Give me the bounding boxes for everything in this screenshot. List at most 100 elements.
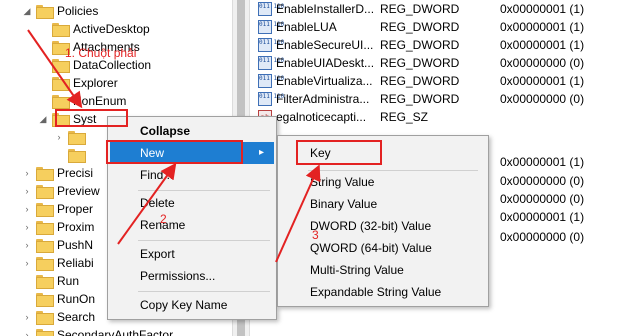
folder-icon — [36, 293, 54, 307]
annotation-step-1: 1. Chuột phải — [65, 46, 137, 60]
folder-icon — [36, 239, 54, 253]
menu-item-find[interactable]: Find... — [110, 164, 274, 186]
menu-item-label: Expandable String Value — [310, 285, 442, 299]
folder-icon — [36, 275, 54, 289]
value-row[interactable]: abegalnoticecapti...REG_SZ — [250, 108, 643, 126]
folder-icon — [68, 131, 86, 145]
menu-item-label: Delete — [140, 196, 175, 210]
value-data: 0x00000000 (0) — [500, 92, 585, 106]
menu-item-label: Binary Value — [310, 197, 378, 211]
chevron-right-icon[interactable]: › — [22, 222, 32, 232]
menu-item-delete[interactable]: Delete — [110, 192, 274, 214]
menu-item-copy-key-name[interactable]: Copy Key Name — [110, 294, 274, 316]
tree-node-label: Proper — [57, 202, 94, 216]
tree-node[interactable]: › SecondaryAuthFactor — [0, 326, 232, 336]
value-row[interactable]: 011 110 EnableInstallerD... REG_DWORD 0x000… — [250, 0, 643, 18]
value-data: 0x00000001 (1) — [500, 2, 585, 16]
value-name: EnableInstallerD... — [276, 2, 375, 16]
tree-node-label: Search — [57, 310, 96, 324]
menu-item-permissions[interactable]: Permissions... — [110, 265, 274, 287]
tree-node[interactable]: Explorer — [0, 74, 232, 92]
chevron-right-icon[interactable]: › — [22, 204, 32, 214]
chevron-down-icon[interactable]: ◢ — [22, 6, 32, 16]
submenu-item-dword-value[interactable]: DWORD (32-bit) Value — [280, 215, 486, 237]
tree-node[interactable]: ◢ Policies — [0, 2, 232, 20]
value-row[interactable]: 011 110 EnableVirtualiza... REG_DWORD 0x000… — [250, 72, 643, 90]
submenu-item-multi-string-value[interactable]: Multi-String Value — [280, 259, 486, 281]
annotation-box-key — [296, 140, 382, 165]
value-name: egalnoticecapti... — [276, 110, 367, 124]
tree-node-label: Explorer — [73, 76, 118, 90]
tree-node-label: Precisi — [57, 166, 94, 180]
folder-icon — [36, 311, 54, 325]
value-type: REG_DWORD — [380, 38, 460, 52]
chevron-right-icon[interactable]: › — [22, 240, 32, 250]
chevron-right-icon[interactable]: › — [22, 312, 32, 322]
chevron-right-icon[interactable]: › — [22, 186, 32, 196]
dword-value-icon: 011 110 — [258, 20, 284, 34]
tree-node[interactable]: NonEnum — [0, 92, 232, 110]
tree-node-label: ActiveDesktop — [73, 22, 150, 36]
dword-value-icon: 011 110 — [258, 92, 284, 106]
folder-icon — [36, 221, 54, 235]
menu-separator — [138, 240, 270, 241]
menu-item-label: Multi-String Value — [310, 263, 404, 277]
menu-item-rename[interactable]: Rename — [110, 214, 274, 236]
submenu-item-string-value[interactable]: String Value — [280, 171, 486, 193]
value-type: REG_DWORD — [380, 20, 460, 34]
chevron-right-icon[interactable]: › — [22, 258, 32, 268]
folder-icon — [52, 59, 70, 73]
dword-value-icon: 011 110 — [258, 2, 284, 16]
submenu-item-expandable-string-value[interactable]: Expandable String Value — [280, 281, 486, 303]
value-row[interactable]: 011 110 FilterAdministra... REG_DWORD 0x000… — [250, 90, 643, 108]
tree-node-label: Proxim — [57, 220, 95, 234]
value-data: 0x00000001 (1) — [500, 155, 585, 169]
dword-value-icon: 011 110 — [258, 74, 284, 88]
value-name: EnableSecureUI... — [276, 38, 374, 52]
value-data: 0x00000000 (0) — [500, 56, 585, 70]
chevron-right-icon[interactable]: › — [54, 132, 64, 142]
value-type: REG_SZ — [380, 110, 429, 124]
value-data: 0x00000001 (1) — [500, 210, 585, 224]
tree-node-label: RunOn — [57, 292, 96, 306]
value-row[interactable]: 011 110 EnableLUA REG_DWORD 0x00000001 (1) — [250, 18, 643, 36]
folder-icon — [36, 185, 54, 199]
value-type: REG_DWORD — [380, 2, 460, 16]
menu-item-label: Permissions... — [140, 269, 216, 283]
menu-item-label: String Value — [310, 175, 375, 189]
value-data: 0x00000001 (1) — [500, 20, 585, 34]
submenu-item-binary-value[interactable]: Binary Value — [280, 193, 486, 215]
value-type: REG_DWORD — [380, 92, 460, 106]
value-name: EnableVirtualiza... — [276, 74, 373, 88]
annotation-step-2: 2 — [160, 212, 167, 226]
value-data: 0x00000000 (0) — [500, 192, 585, 206]
value-type: REG_DWORD — [380, 56, 460, 70]
menu-item-collapse[interactable]: Collapse — [110, 120, 274, 142]
tree-node[interactable]: ActiveDesktop — [0, 20, 232, 38]
dword-value-icon: 011 110 — [258, 38, 284, 52]
menu-separator — [138, 190, 270, 191]
annotation-step-3: 3 — [312, 228, 319, 242]
chevron-right-icon[interactable]: › — [22, 168, 32, 178]
annotation-box-system-key — [55, 109, 128, 127]
value-name: EnableLUA — [276, 20, 337, 34]
submenu-item-qword-value[interactable]: QWORD (64-bit) Value — [280, 237, 486, 259]
value-data: 0x00000000 (0) — [500, 174, 585, 188]
tree-node-label: PushN — [57, 238, 94, 252]
value-name: FilterAdministra... — [276, 92, 370, 106]
folder-icon — [36, 257, 54, 271]
menu-item-export[interactable]: Export — [110, 243, 274, 265]
chevron-down-icon[interactable]: ◢ — [38, 114, 48, 124]
folder-icon — [36, 329, 54, 336]
value-data: 0x00000000 (0) — [500, 230, 585, 244]
chevron-right-icon[interactable]: › — [22, 330, 32, 336]
menu-item-label: DWORD (32-bit) Value — [310, 219, 432, 233]
value-row[interactable]: 011 110 EnableUIADeskt... REG_DWORD 0x00000… — [250, 54, 643, 72]
tree-node-label: SecondaryAuthFactor — [57, 328, 174, 336]
folder-icon — [52, 77, 70, 91]
chevron-right-icon: ▸ — [258, 147, 264, 158]
value-data: 0x00000001 (1) — [500, 74, 585, 88]
value-row[interactable]: 011 110 EnableSecureUI... REG_DWORD 0x00000… — [250, 36, 643, 54]
value-type: REG_DWORD — [380, 74, 460, 88]
menu-item-label: Find... — [140, 168, 174, 182]
